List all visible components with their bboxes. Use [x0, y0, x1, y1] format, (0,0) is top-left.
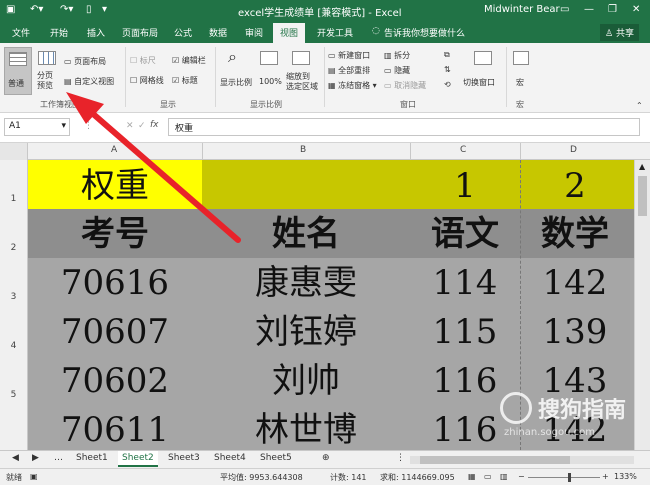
- page-break-status-icon[interactable]: ▥: [500, 472, 508, 481]
- page-layout-status-icon[interactable]: ▭: [484, 472, 492, 481]
- sheet-tab-1[interactable]: Sheet1: [76, 453, 108, 463]
- zoom-in-icon[interactable]: +: [602, 472, 609, 481]
- horizontal-scroll-thumb[interactable]: [420, 456, 570, 464]
- macro-record-icon[interactable]: ▣: [30, 472, 38, 481]
- status-bar: 就绪 ▣ 平均值: 9953.644308 计数: 141 求和: 114466…: [0, 468, 650, 485]
- normal-view-status-icon[interactable]: ▦: [468, 472, 476, 481]
- sheet-tab-4[interactable]: Sheet4: [214, 453, 246, 463]
- zoom-out-icon[interactable]: −: [518, 472, 525, 481]
- sheet-tab-bar: ◀ ▶ … Sheet1 Sheet2 Sheet3 Sheet4 Sheet5…: [0, 450, 650, 468]
- more-sheets-icon[interactable]: …: [54, 453, 63, 463]
- status-count: 计数: 141: [330, 473, 367, 482]
- status-average: 平均值: 9953.644308: [220, 473, 303, 482]
- zoom-slider[interactable]: [528, 477, 600, 478]
- red-arrow-annotation: [66, 92, 241, 243]
- tab-split-handle-icon[interactable]: ⋮: [396, 453, 405, 463]
- status-ready: 就绪: [6, 473, 22, 482]
- sheet-tab-5[interactable]: Sheet5: [260, 453, 292, 463]
- zoom-level[interactable]: 133%: [614, 472, 637, 481]
- zoom-slider-thumb[interactable]: [568, 473, 571, 482]
- add-sheet-icon[interactable]: ⊕: [322, 453, 330, 463]
- next-sheet-icon[interactable]: ▶: [32, 453, 39, 463]
- sheet-tab-2[interactable]: Sheet2: [118, 451, 158, 467]
- sheet-tab-3[interactable]: Sheet3: [168, 453, 200, 463]
- horizontal-scrollbar[interactable]: [410, 456, 634, 464]
- status-sum: 求和: 1144669.095: [380, 473, 455, 482]
- prev-sheet-icon[interactable]: ◀: [12, 453, 19, 463]
